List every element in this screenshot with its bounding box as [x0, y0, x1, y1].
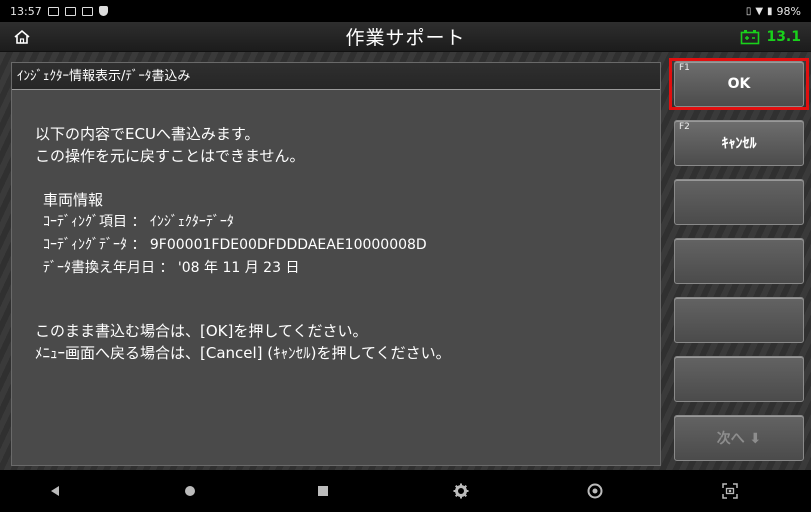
gallery-icon [81, 6, 93, 16]
voltage-value: 13.1 [766, 28, 801, 45]
fkey-label: ｷｬﾝｾﾙ [721, 136, 757, 152]
instruction-cancel: ﾒﾆｭｰ画面へ戻る場合は、[Cancel] (ｷｬﾝｾﾙ)を押してください。 [35, 344, 451, 362]
coding-item: ｺｰﾃﾞｨﾝｸﾞ項目 ： ｲﾝｼﾞｪｸﾀｰﾃﾞｰﾀ [43, 214, 234, 230]
status-bar: 13:57 ▯ ▼ ▮ 98% [0, 0, 811, 22]
function-key-4[interactable] [674, 238, 804, 284]
rewrite-date: ﾃﾞｰﾀ書換え年月日 ： '08 年 11 月 23 日 [43, 260, 300, 276]
next-button[interactable]: 次へ ⬇ [674, 415, 804, 461]
car-battery-icon [741, 29, 760, 44]
recents-icon [318, 486, 328, 496]
cancel-button[interactable]: F2 ｷｬﾝｾﾙ [674, 120, 804, 166]
page-title: 作業サポート [345, 27, 466, 49]
battery-icon: ▮ [767, 5, 773, 17]
shield-icon [98, 6, 108, 16]
browser-button[interactable] [570, 470, 620, 512]
browser-icon [587, 483, 603, 499]
coding-data: ｺｰﾃﾞｨﾝｸﾞﾃﾞｰﾀ ： 9F00001FDE00DFDDDAEAE1000… [43, 237, 427, 253]
fkey-label: OK [727, 76, 751, 92]
screenshot-icon [722, 483, 738, 499]
function-key-6[interactable] [674, 356, 804, 402]
settings-icon [453, 483, 469, 499]
fkey-label: 次へ ⬇ [716, 431, 762, 447]
gallery-icon [64, 6, 76, 16]
status-time: 13:57 [10, 4, 42, 18]
back-icon [51, 486, 59, 496]
home-icon [14, 29, 30, 44]
settings-button[interactable] [436, 470, 486, 512]
message-line-2: この操作を元に戻すことはできません。 [35, 147, 305, 165]
message-line-1: 以下の内容でECUへ書込みます。 [35, 125, 260, 143]
home-button[interactable] [0, 22, 44, 52]
instruction-ok: このまま書込む場合は、[OK]を押してください。 [35, 322, 368, 340]
info-panel: ｲﾝｼﾞｪｸﾀｰ情報表示/ﾃﾞｰﾀ書込み 以下の内容でECUへ書込みます。 この… [11, 62, 661, 466]
battery-percent: 98% [776, 4, 801, 18]
function-key-3[interactable] [674, 179, 804, 225]
back-button[interactable] [30, 470, 80, 512]
screenshot-button[interactable] [705, 470, 755, 512]
mail-icon [47, 6, 59, 16]
ok-button[interactable]: F1 OK [674, 61, 804, 107]
wifi-icon: ▼ [755, 5, 764, 17]
fkey-number: F1 [679, 63, 690, 73]
navigation-bar [0, 470, 811, 512]
status-left: 13:57 [10, 5, 108, 18]
fkey-number: F2 [679, 122, 690, 132]
battery-voltage: 13.1 [740, 29, 811, 45]
title-bar: 作業サポート 13.1 [0, 22, 811, 52]
home-nav-button[interactable] [165, 470, 215, 512]
panel-body: 以下の内容でECUへ書込みます。 この操作を元に戻すことはできません。 車両情報… [12, 123, 660, 364]
vehicle-info-title: 車両情報 [43, 191, 104, 209]
function-key-5[interactable] [674, 297, 804, 343]
recents-button[interactable] [298, 470, 348, 512]
panel-header: ｲﾝｼﾞｪｸﾀｰ情報表示/ﾃﾞｰﾀ書込み [12, 63, 660, 90]
home-nav-icon [185, 486, 195, 496]
status-right: ▯ ▼ ▮ 98% [746, 5, 801, 18]
vibrate-icon: ▯ [745, 5, 752, 17]
